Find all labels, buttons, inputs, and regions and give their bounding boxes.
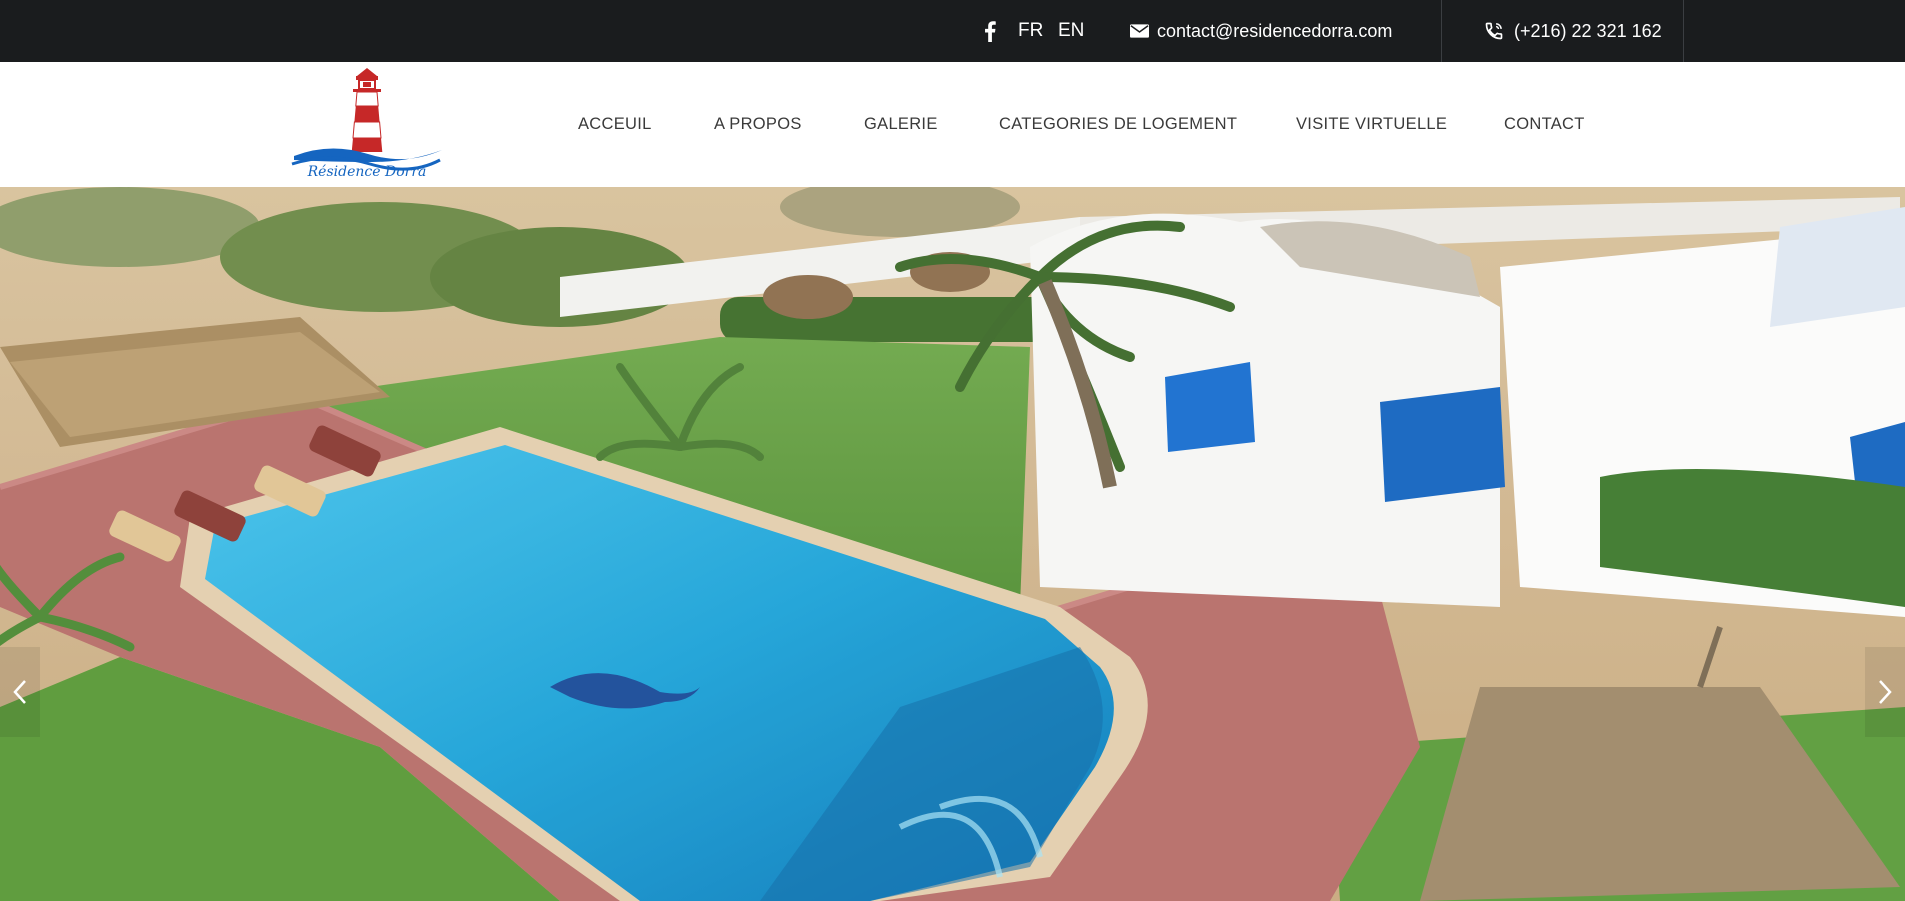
chevron-right-icon xyxy=(1879,680,1892,704)
language-en-link[interactable]: EN xyxy=(1058,0,1084,62)
email-text: contact@residencedorra.com xyxy=(1157,20,1393,41)
email-link[interactable]: contact@residencedorra.com xyxy=(1130,0,1392,62)
nav-item-categories[interactable]: CATEGORIES DE LOGEMENT xyxy=(999,62,1237,187)
chevron-left-icon xyxy=(13,680,26,704)
residence-dorra-logo[interactable]: Résidence Dorra xyxy=(290,64,444,184)
nav-item-galerie[interactable]: GALERIE xyxy=(864,62,938,187)
phone-text: (+216) 22 321 162 xyxy=(1514,20,1662,41)
envelope-icon xyxy=(1130,24,1149,38)
nav-item-a-propos[interactable]: A PROPOS xyxy=(714,62,802,187)
slider-next-button[interactable] xyxy=(1865,647,1905,737)
topbar-divider xyxy=(1441,0,1442,62)
facebook-link[interactable] xyxy=(980,0,1000,62)
language-fr-link[interactable]: FR xyxy=(1018,0,1043,62)
facebook-icon xyxy=(985,20,996,42)
hero-slider xyxy=(0,187,1905,901)
slider-prev-button[interactable] xyxy=(0,647,40,737)
nav-item-contact[interactable]: CONTACT xyxy=(1504,62,1585,187)
nav-item-accueil[interactable]: ACCEUIL xyxy=(578,62,652,187)
topbar-divider xyxy=(1683,0,1684,62)
svg-text:Résidence Dorra: Résidence Dorra xyxy=(307,164,427,180)
nav-item-visite-virtuelle[interactable]: VISITE VIRTUELLE xyxy=(1296,62,1447,187)
phone-link[interactable]: (+216) 22 321 162 xyxy=(1484,0,1662,62)
top-bar: FR EN contact@residencedorra.com (+216) … xyxy=(0,0,1905,62)
main-navbar: Résidence Dorra ACCEUIL A PROPOS GALERIE… xyxy=(0,62,1905,187)
hero-image-pool-garden xyxy=(0,187,1905,901)
phone-icon xyxy=(1485,22,1503,40)
